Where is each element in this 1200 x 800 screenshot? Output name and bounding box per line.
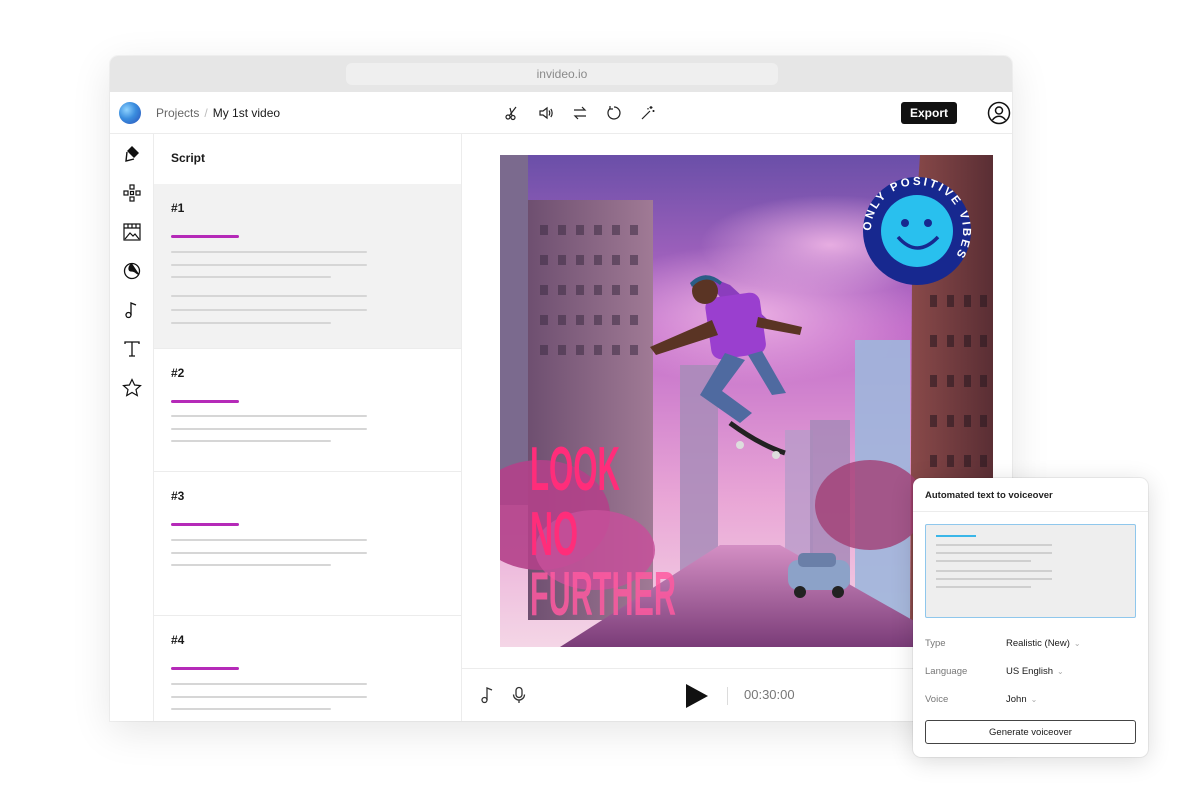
highlight-bar [936, 535, 976, 537]
text-line [171, 539, 367, 541]
text-line [936, 552, 1052, 554]
invideo-logo[interactable] [119, 102, 141, 124]
swap-icon[interactable] [570, 103, 590, 123]
text-line [171, 322, 331, 324]
magic-wand-icon[interactable] [638, 103, 658, 123]
text-line [171, 264, 367, 266]
text-line [171, 251, 367, 253]
text-line [171, 696, 367, 698]
script-panel: Script #1 #2 #3 #4 [154, 134, 462, 721]
microphone-icon[interactable] [511, 686, 527, 709]
scene-title-bar [171, 667, 239, 670]
text-line [936, 586, 1031, 588]
script-title: Script [171, 151, 206, 165]
text-line [171, 440, 331, 442]
language-select[interactable]: US English ⌄ [1006, 666, 1146, 677]
brand-kit-icon[interactable] [122, 144, 142, 164]
media-icon[interactable] [122, 222, 142, 242]
type-value: Realistic (New) [1006, 638, 1070, 649]
type-label: Type [925, 638, 946, 649]
text-line [171, 415, 367, 417]
scene-card[interactable]: #2 [154, 349, 461, 472]
text-line [171, 708, 331, 710]
voiceover-panel: Automated text to voiceover Type Realist… [913, 478, 1148, 757]
scissors-icon[interactable] [502, 103, 522, 123]
text-line [171, 683, 367, 685]
type-select[interactable]: Realistic (New) ⌄ [1006, 638, 1146, 649]
voiceover-title: Automated text to voiceover [925, 490, 1053, 501]
headline-line-3: FURTHER [530, 560, 676, 629]
rotate-icon[interactable] [604, 103, 624, 123]
chevron-down-icon: ⌄ [1073, 639, 1081, 648]
volume-icon[interactable] [536, 103, 556, 123]
text-line [171, 552, 367, 554]
browser-window: invideo.io Projects / My 1st video Export [110, 56, 1012, 721]
scene-card[interactable]: #4 [154, 616, 461, 721]
text-line [171, 295, 367, 297]
chevron-down-icon: ⌄ [1030, 695, 1038, 704]
text-line [171, 428, 367, 430]
export-button[interactable]: Export [901, 102, 957, 124]
voice-label: Voice [925, 694, 949, 705]
text-line [936, 544, 1052, 546]
edit-toolbar [502, 103, 658, 123]
browser-chrome: invideo.io [110, 56, 1012, 92]
divider [727, 687, 728, 705]
divider [913, 511, 1148, 512]
text-line [171, 309, 367, 311]
scene-number: #4 [171, 633, 185, 647]
headline-line-2: NO [530, 500, 578, 569]
language-label: Language [925, 666, 968, 677]
breadcrumb: Projects / My 1st video [156, 106, 280, 120]
stickers-icon[interactable] [122, 261, 142, 281]
scene-title-bar [171, 400, 239, 403]
chevron-down-icon: ⌄ [1057, 667, 1064, 676]
music-icon[interactable] [122, 300, 142, 320]
text-line [171, 564, 331, 566]
text-line [936, 560, 1031, 562]
scene-number: #3 [171, 489, 185, 503]
voiceover-script-box[interactable] [925, 524, 1136, 618]
scene-number: #1 [171, 201, 185, 215]
music-note-icon[interactable] [480, 686, 496, 709]
favorites-icon[interactable] [122, 378, 142, 398]
scene-title-bar [171, 523, 239, 526]
text-icon[interactable] [122, 339, 142, 359]
text-line [936, 570, 1052, 572]
scene-number: #2 [171, 366, 185, 380]
text-line [171, 276, 331, 278]
text-line [936, 578, 1052, 580]
generate-voiceover-button[interactable]: Generate voiceover [925, 720, 1136, 744]
voice-select[interactable]: John ⌄ [1006, 694, 1146, 705]
breadcrumb-separator: / [204, 106, 208, 120]
app-header: Projects / My 1st video Export [110, 92, 1012, 134]
breadcrumb-projects[interactable]: Projects [156, 106, 199, 120]
breadcrumb-project-name[interactable]: My 1st video [213, 106, 280, 120]
voice-value: John [1006, 694, 1027, 705]
scene-title-bar [171, 235, 239, 238]
language-value: US English [1006, 666, 1053, 677]
elements-icon[interactable] [122, 183, 142, 203]
vibes-badge: ONLY POSITIVE VIBES [862, 176, 971, 285]
scene-card[interactable]: #3 [154, 472, 461, 616]
url-bar[interactable]: invideo.io [346, 63, 778, 85]
play-icon[interactable] [684, 682, 710, 710]
user-avatar-icon[interactable] [987, 101, 1011, 125]
tool-sidebar [110, 134, 154, 721]
scene-card[interactable]: #1 [154, 184, 461, 349]
headline-line-1: LOOK [530, 435, 620, 504]
timecode: 00:30:00 [744, 687, 795, 702]
